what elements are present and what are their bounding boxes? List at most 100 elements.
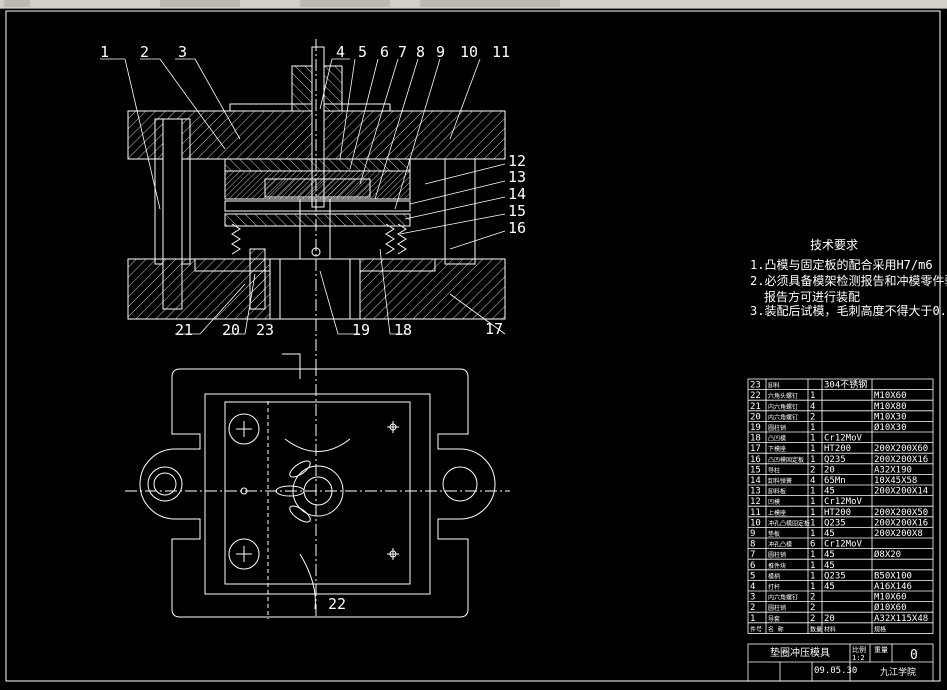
scale-value: 1:2 (852, 654, 865, 662)
balloon-15: 15 (508, 202, 526, 220)
bom-cell-no: 6 (750, 561, 755, 571)
tech-item-3: 3.装配后试模，毛刺高度不得大于0.04mm (750, 303, 947, 318)
bom-cell-mat: 20 (824, 614, 835, 624)
weight-label: 重量 (874, 646, 888, 654)
balloons-bottom: 21 20 23 19 18 22 (175, 321, 412, 613)
toolbar-button[interactable] (4, 0, 30, 7)
balloon-6: 6 (380, 43, 389, 61)
drawing-svg[interactable]: 1 2 3 4 5 6 7 8 9 10 11 12 13 14 15 16 1… (0, 9, 947, 686)
balloon-7: 7 (398, 43, 407, 61)
bom-cell-qty: 1 (810, 550, 815, 560)
bom-cell-mat: Cr12MoV (824, 497, 863, 507)
balloon-2: 2 (140, 43, 149, 61)
bom-cell-no: 10 (750, 518, 761, 528)
bom-cell-mat: Q235 (824, 571, 846, 581)
bom-cell-mat: Q235 (824, 455, 846, 465)
scale-label: 比例 (852, 645, 866, 654)
balloon-22: 22 (328, 595, 346, 613)
bom-cell-qty: 1 (810, 529, 815, 539)
balloon-9: 9 (436, 43, 445, 61)
bom-cell-qty: 1 (810, 434, 815, 444)
plan-view (125, 353, 510, 619)
bom-cell-no: 8 (750, 540, 755, 550)
section-view (127, 39, 506, 364)
bom-cell-name: 导柱 (768, 466, 780, 474)
bom-cell-no: 件号 (750, 625, 762, 633)
drawing-canvas[interactable]: 1 2 3 4 5 6 7 8 9 10 11 12 13 14 15 16 1… (0, 9, 947, 686)
bom-cell-qty: 2 (810, 465, 815, 475)
bom-cell-qty: 6 (810, 540, 815, 550)
bom-cell-name: 内六角螺钉 (768, 413, 798, 421)
bom-cell-mat: 65Mn (824, 476, 846, 486)
bom-cell-no: 4 (750, 582, 755, 592)
bom-cell-qty: 1 (810, 518, 815, 528)
balloon-3: 3 (178, 43, 187, 61)
tech-requirements: 技术要求 1.凸模与固定板的配合采用H7/m6 2.必须具备模架检测报告和冲模零… (750, 238, 947, 318)
bom-cell-no: 9 (750, 529, 755, 539)
bom-cell-name: 圆柱销 (768, 551, 786, 559)
bom-cell-no: 21 (750, 402, 761, 412)
bom-cell-qty: 2 (810, 593, 815, 603)
bom-cell-spec: 规格 (874, 625, 886, 633)
bom-cell-qty: 1 (810, 508, 815, 518)
bom-cell-qty: 4 (810, 476, 815, 486)
bom-cell-spec: B50X100 (874, 571, 912, 581)
bom-cell-mat: 304不锈钢 (824, 379, 867, 391)
bom-cell-name: 凸凹模固定板 (768, 456, 804, 464)
balloon-14: 14 (508, 185, 526, 203)
bom-cell-name: 凹模 (768, 498, 780, 506)
tech-item-2b: 报告方可进行装配 (764, 289, 860, 304)
bom-cell-name: 圆柱销 (768, 604, 786, 612)
bom-cell-mat: Cr12MoV (824, 434, 863, 444)
bom-cell-name: 冲孔凸模固定板 (768, 519, 810, 527)
toolbar-button[interactable] (300, 0, 390, 7)
bom-cell-mat: Q235 (824, 518, 846, 528)
balloon-20: 20 (222, 321, 240, 339)
bom-cell-spec: 200X200X16 (874, 455, 928, 465)
bom-cell-no: 22 (750, 391, 761, 401)
bom-cell-no: 19 (750, 423, 761, 433)
bom-cell-mat: 45 (824, 487, 835, 497)
bom-cell-qty: 1 (810, 571, 815, 581)
bom-cell-qty: 2 (810, 412, 815, 422)
balloon-8: 8 (416, 43, 425, 61)
bom-cell-mat: 45 (824, 550, 835, 560)
balloon-19: 19 (352, 321, 370, 339)
bom-cell-spec: A32X115X48 (874, 614, 928, 624)
bom-cell-spec: 10X45X58 (874, 476, 917, 486)
balloon-13: 13 (508, 168, 526, 186)
tech-item-2: 2.必须具备模架检测报告和冲模零件验收单与 (750, 273, 947, 288)
bom-cell-qty: 1 (810, 423, 815, 433)
bom-cell-no: 14 (750, 476, 761, 486)
bom-cell-spec: 200X200X50 (874, 508, 928, 518)
bom-cell-name: 卸料板 (768, 488, 786, 496)
bom-cell-mat: 45 (824, 561, 835, 571)
bom-cell-mat: 材料 (824, 625, 836, 633)
sheet-number: 0 (910, 648, 918, 663)
bom-cell-name: 冲孔凸模 (768, 541, 792, 549)
school-name: 九江学院 (880, 666, 916, 678)
bom-cell-mat: 20 (824, 465, 835, 475)
balloon-11: 11 (492, 43, 510, 61)
bom-cell-name: 上模座 (768, 509, 786, 517)
bom-cell-name: 导套 (768, 615, 780, 623)
balloons-top: 1 2 3 4 5 6 7 8 9 10 11 (100, 43, 510, 61)
toolbar-button[interactable] (420, 0, 560, 7)
bom-cell-spec: A32X190 (874, 465, 912, 475)
bom-cell-name: 凸凹模 (768, 435, 786, 443)
bom-cell-qty: 1 (810, 455, 815, 465)
app-toolbar (0, 0, 947, 9)
bom-cell-name: 下模座 (768, 445, 786, 453)
toolbar-button[interactable] (160, 0, 240, 7)
bom-cell-qty: 1 (810, 487, 815, 497)
balloon-10: 10 (460, 43, 478, 61)
bom-cell-no: 1 (750, 614, 755, 624)
bom-cell-qty: 1 (810, 582, 815, 592)
bom-cell-spec: Ø10X60 (874, 602, 907, 613)
bom-cell-qty: 4 (810, 402, 815, 412)
bom-cell-no: 18 (750, 434, 761, 444)
bom-cell-mat: HT200 (824, 508, 851, 518)
bom-cell-qty: 2 (810, 614, 815, 624)
bom-cell-no: 12 (750, 497, 761, 507)
bom-cell-spec: 200X200X16 (874, 518, 928, 528)
